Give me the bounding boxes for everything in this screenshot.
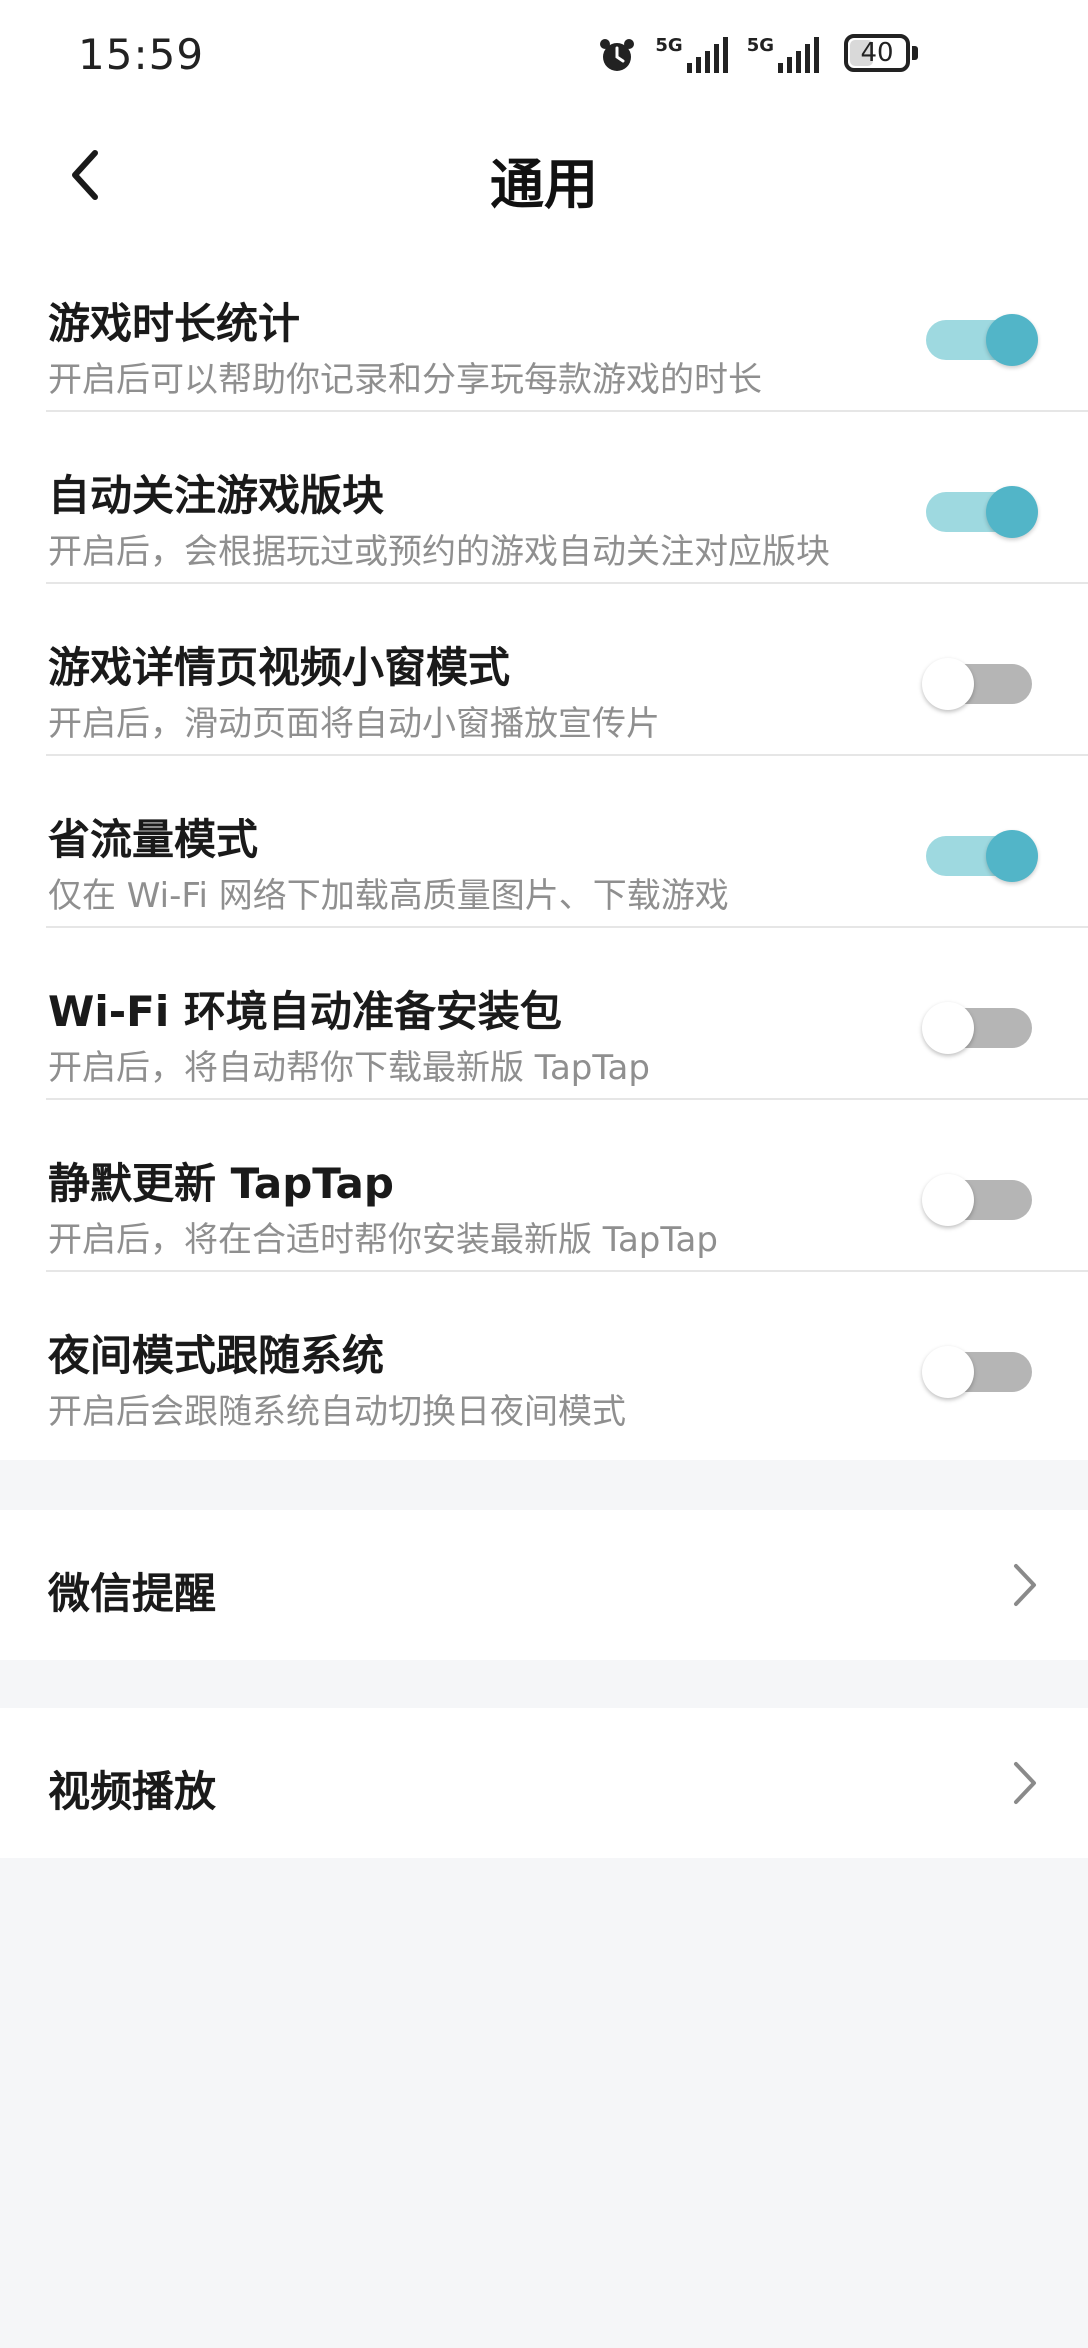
status-time: 15:59 [78,30,205,79]
setting-title: 游戏详情页视频小窗模式 [48,643,511,692]
nav-item-wechat-reminder[interactable]: 微信提醒 [0,1510,1088,1660]
signal-icon: 5G [655,37,728,73]
alarm-icon [597,35,637,75]
status-bar: 15:59 5G 5G 40 [0,0,1088,110]
battery-tip [912,46,918,60]
game-time-stats-toggle[interactable] [926,314,1038,366]
auto-follow-forum-toggle[interactable] [926,486,1038,538]
setting-description: 开启后，会根据玩过或预约的游戏自动关注对应版块 [48,532,830,572]
setting-title: 夜间模式跟随系统 [48,1331,385,1380]
setting-description: 开启后，将自动帮你下载最新版 TapTap [48,1048,650,1088]
setting-row-video-mini-window: 游戏详情页视频小窗模式 开启后，滑动页面将自动小窗播放宣传片 [0,584,1088,756]
nav-item-label: 微信提醒 [48,1569,217,1618]
network-type-2: 5G [746,35,774,56]
setting-row-silent-update: 静默更新 TapTap 开启后，将在合适时帮你安装最新版 TapTap [0,1100,1088,1272]
setting-row-game-time-stats: 游戏时长统计 开启后可以帮助你记录和分享玩每款游戏的时长 [0,240,1088,412]
app-header: 通用 [0,110,1088,240]
setting-row-data-saver: 省流量模式 仅在 Wi-Fi 网络下加载高质量图片、下载游戏 [0,756,1088,928]
setting-description: 开启后，滑动页面将自动小窗播放宣传片 [48,704,660,744]
settings-list: 游戏时长统计 开启后可以帮助你记录和分享玩每款游戏的时长 自动关注游戏版块 开启… [0,240,1088,1460]
battery-icon: 40 [844,34,910,72]
setting-title: 静默更新 TapTap [48,1159,394,1208]
setting-row-night-mode: 夜间模式跟随系统 开启后会跟随系统自动切换日夜间模式 [0,1272,1088,1444]
night-mode-toggle[interactable] [922,1346,1036,1398]
setting-title: 省流量模式 [48,815,259,864]
chevron-right-icon [1014,1762,1036,1804]
setting-description: 仅在 Wi-Fi 网络下加载高质量图片、下载游戏 [48,876,729,916]
signal-icon: 5G [747,37,820,73]
setting-row-auto-follow-forum: 自动关注游戏版块 开启后，会根据玩过或预约的游戏自动关注对应版块 [0,412,1088,584]
battery-level: 40 [860,38,894,68]
setting-description: 开启后会跟随系统自动切换日夜间模式 [48,1392,626,1432]
network-type-1: 5G [655,35,683,56]
setting-title: 游戏时长统计 [48,299,301,348]
nav-item-video-playback[interactable]: 视频播放 [0,1708,1088,1858]
nav-item-label: 视频播放 [48,1767,217,1816]
silent-update-toggle[interactable] [922,1174,1036,1226]
chevron-right-icon [1014,1564,1036,1606]
setting-row-wifi-preinstall: Wi-Fi 环境自动准备安装包 开启后，将自动帮你下载最新版 TapTap [0,928,1088,1100]
video-mini-window-toggle[interactable] [922,658,1036,710]
data-saver-toggle[interactable] [926,830,1038,882]
wifi-preinstall-toggle[interactable] [922,1002,1036,1054]
setting-description: 开启后，将在合适时帮你安装最新版 TapTap [48,1220,718,1260]
setting-title: 自动关注游戏版块 [48,471,385,520]
status-icons: 5G 5G [597,30,820,80]
page-title: 通用 [490,153,598,216]
setting-title: Wi-Fi 环境自动准备安装包 [48,987,562,1036]
setting-description: 开启后可以帮助你记录和分享玩每款游戏的时长 [48,360,762,400]
